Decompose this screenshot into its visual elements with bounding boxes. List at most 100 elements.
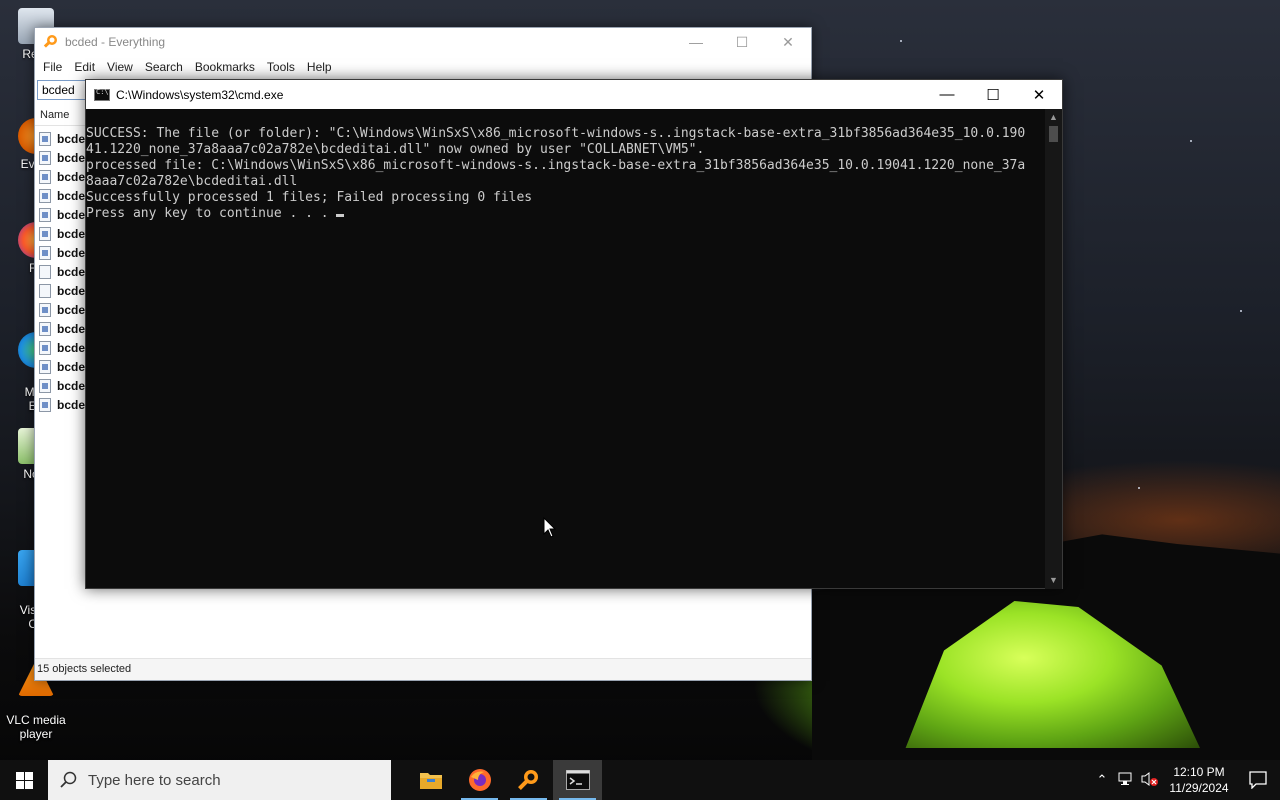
console-output[interactable]: SUCCESS: The file (or folder): "C:\Windo…: [86, 109, 1046, 589]
minimize-button[interactable]: —: [924, 80, 970, 109]
list-item[interactable]: bcde: [39, 129, 85, 148]
file-icon: [39, 150, 51, 165]
file-icon: [39, 283, 51, 298]
scroll-up-arrow-icon[interactable]: ▲: [1045, 109, 1062, 126]
cmd-window[interactable]: C:\Windows\system32\cmd.exe — ☐ ✕ SUCCES…: [85, 79, 1063, 589]
list-item[interactable]: bcde: [39, 186, 85, 205]
start-button[interactable]: [0, 760, 48, 800]
file-name: bcde: [57, 340, 86, 355]
close-button[interactable]: ✕: [765, 28, 811, 56]
scrollbar-thumb[interactable]: [1049, 126, 1058, 142]
volume-muted-icon[interactable]: [1138, 771, 1162, 790]
menu-help[interactable]: Help: [301, 60, 338, 74]
star: [1240, 310, 1242, 312]
file-icon: [39, 226, 51, 241]
console-line: Successfully processed 1 files; Failed p…: [86, 190, 533, 205]
file-icon: [39, 321, 51, 336]
star: [900, 40, 902, 42]
taskbar-cmd[interactable]: [553, 760, 602, 800]
cmd-title: C:\Windows\system32\cmd.exe: [116, 87, 284, 102]
file-name: bcde: [57, 264, 86, 279]
file-icon: [39, 264, 51, 279]
file-icon: [39, 302, 51, 317]
list-item[interactable]: bcde: [39, 376, 85, 395]
list-item[interactable]: bcde: [39, 243, 85, 262]
console-line: Press any key to continue . . .: [86, 206, 337, 221]
status-bar: 15 objects selected: [35, 658, 811, 680]
file-name: bcde: [57, 397, 86, 412]
desktop-icon-label: VLC media player: [6, 713, 66, 741]
file-icon: [39, 188, 51, 203]
search-placeholder: Type here to search: [88, 771, 221, 789]
star: [1190, 140, 1192, 142]
everything-search-icon: [517, 770, 538, 790]
file-icon: [39, 340, 51, 355]
clock[interactable]: 12:10 PM 11/29/2024: [1162, 764, 1236, 796]
maximize-button[interactable]: ☐: [970, 80, 1016, 109]
list-item[interactable]: bcde: [39, 148, 85, 167]
everything-titlebar[interactable]: bcded - Everything — ☐ ✕: [35, 28, 811, 56]
clock-date: 11/29/2024: [1169, 781, 1229, 795]
list-item[interactable]: bcde: [39, 262, 85, 281]
file-icon: [39, 397, 51, 412]
column-header-name[interactable]: Name: [35, 106, 87, 126]
taskbar: Type here to search ⌃ 12:10 PM 11/29/202…: [0, 760, 1280, 800]
system-tray: ⌃ 12:10 PM 11/29/2024: [1090, 760, 1280, 800]
list-item[interactable]: bcde: [39, 167, 85, 186]
menu-view[interactable]: View: [101, 60, 139, 74]
text-cursor: [336, 214, 345, 217]
list-item[interactable]: bcde: [39, 357, 85, 376]
list-item[interactable]: bcde: [39, 319, 85, 338]
notification-icon: [1249, 771, 1267, 789]
windows-logo-icon: [15, 771, 33, 789]
file-name: bcde: [57, 321, 86, 336]
taskbar-everything[interactable]: [504, 760, 553, 800]
list-item[interactable]: bcde: [39, 395, 85, 414]
everything-title: bcded - Everything: [65, 35, 166, 49]
search-icon: [60, 771, 77, 788]
menu-tools[interactable]: Tools: [261, 60, 301, 74]
file-name: bcde: [57, 131, 86, 146]
file-name: bcde: [57, 245, 86, 260]
notification-center-button[interactable]: [1236, 771, 1280, 789]
search-input[interactable]: bcded: [37, 80, 87, 100]
taskbar-firefox[interactable]: [455, 760, 504, 800]
list-item[interactable]: bcde: [39, 281, 85, 300]
file-name: bcde: [57, 150, 86, 165]
show-hidden-icons-chevron-icon[interactable]: ⌃: [1090, 772, 1114, 788]
list-item[interactable]: bcde: [39, 300, 85, 319]
folder-icon: [419, 773, 442, 789]
file-name: bcde: [57, 283, 86, 298]
console-prompt-line: Press any key to continue . . .: [86, 206, 1046, 222]
vertical-scrollbar[interactable]: ▲ ▼: [1045, 109, 1062, 589]
console-line: SUCCESS: The file (or folder): "C:\Windo…: [86, 126, 1026, 141]
console-line: processed file: C:\Windows\WinSxS\x86_mi…: [86, 158, 1026, 173]
scroll-down-arrow-icon[interactable]: ▼: [1045, 572, 1062, 589]
list-item[interactable]: bcde: [39, 205, 85, 224]
file-name: bcde: [57, 378, 86, 393]
close-button[interactable]: ✕: [1016, 80, 1062, 109]
file-name: bcde: [57, 188, 86, 203]
console-line: 8aaa7c02a782e\bcdeditai.dll: [86, 174, 298, 189]
everything-menubar: File Edit View Search Bookmarks Tools He…: [35, 56, 811, 78]
menu-edit[interactable]: Edit: [68, 60, 101, 74]
results-list: bcde bcde bcde bcde bcde bcde bcde bcde …: [39, 129, 85, 414]
menu-bookmarks[interactable]: Bookmarks: [189, 60, 261, 74]
list-item[interactable]: bcde: [39, 338, 85, 357]
maximize-button[interactable]: ☐: [719, 28, 765, 56]
minimize-button[interactable]: —: [673, 28, 719, 56]
menu-file[interactable]: File: [37, 60, 68, 74]
star: [1138, 487, 1140, 489]
cmd-icon: [565, 770, 590, 790]
taskbar-file-explorer[interactable]: [406, 760, 455, 800]
network-icon[interactable]: [1114, 771, 1138, 790]
file-icon: [39, 245, 51, 260]
list-item[interactable]: bcde: [39, 224, 85, 243]
console-line: 41.1220_none_37a8aaa7c02a782e\bcdeditai.…: [86, 142, 705, 157]
cmd-app-icon: [94, 88, 110, 101]
cmd-titlebar[interactable]: C:\Windows\system32\cmd.exe — ☐ ✕: [86, 80, 1062, 109]
file-icon: [39, 378, 51, 393]
menu-search[interactable]: Search: [139, 60, 189, 74]
taskbar-search-box[interactable]: Type here to search: [48, 760, 391, 800]
file-icon: [39, 359, 51, 374]
